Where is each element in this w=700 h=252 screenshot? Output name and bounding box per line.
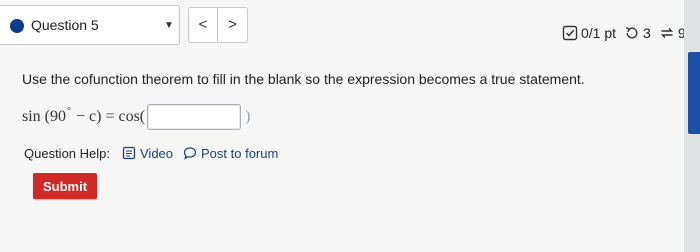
video-link-label: Video (140, 145, 174, 161)
closing-parenthesis: ) (245, 108, 251, 125)
score-summary: 0/1 pt 3 9 (562, 23, 686, 43)
math-expression: sin (90 ° − c) = cos( ) (22, 103, 250, 131)
previous-question-button[interactable]: < (188, 7, 218, 43)
question-selector-label: Question 5 (31, 17, 99, 33)
next-question-button[interactable]: > (218, 7, 248, 43)
question-help: Question Help: Video Post to forum (24, 143, 288, 163)
retries-count: 3 (643, 25, 651, 41)
side-tab[interactable] (688, 52, 700, 134)
expression-lhs: sin (90 (22, 108, 66, 125)
checkbox-icon (562, 25, 578, 41)
submit-button[interactable]: Submit (33, 173, 97, 199)
answer-input[interactable] (147, 104, 242, 130)
question-instructions: Use the cofunction theorem to fill in th… (22, 71, 585, 87)
post-to-forum-label: Post to forum (201, 145, 279, 161)
degree-symbol: ° (67, 105, 71, 117)
points-text: 0/1 pt (581, 25, 617, 41)
submissions-icon (660, 28, 674, 38)
expression-middle: − c) = cos( (76, 108, 146, 125)
question-panel: Question 5 ▼ < > 0/1 pt 3 9 Use the cofu… (0, 0, 686, 252)
video-icon (122, 146, 136, 160)
post-to-forum-link[interactable]: Post to forum (183, 146, 278, 161)
question-selector[interactable]: Question 5 ▼ (0, 5, 180, 45)
question-help-label: Question Help: (24, 145, 110, 161)
retry-icon (626, 26, 638, 39)
speech-bubble-icon (183, 147, 197, 160)
chevron-down-icon: ▼ (164, 20, 174, 31)
right-edge-panel (684, 0, 700, 252)
video-link[interactable]: Video (122, 146, 173, 161)
question-status-dot (10, 19, 24, 33)
